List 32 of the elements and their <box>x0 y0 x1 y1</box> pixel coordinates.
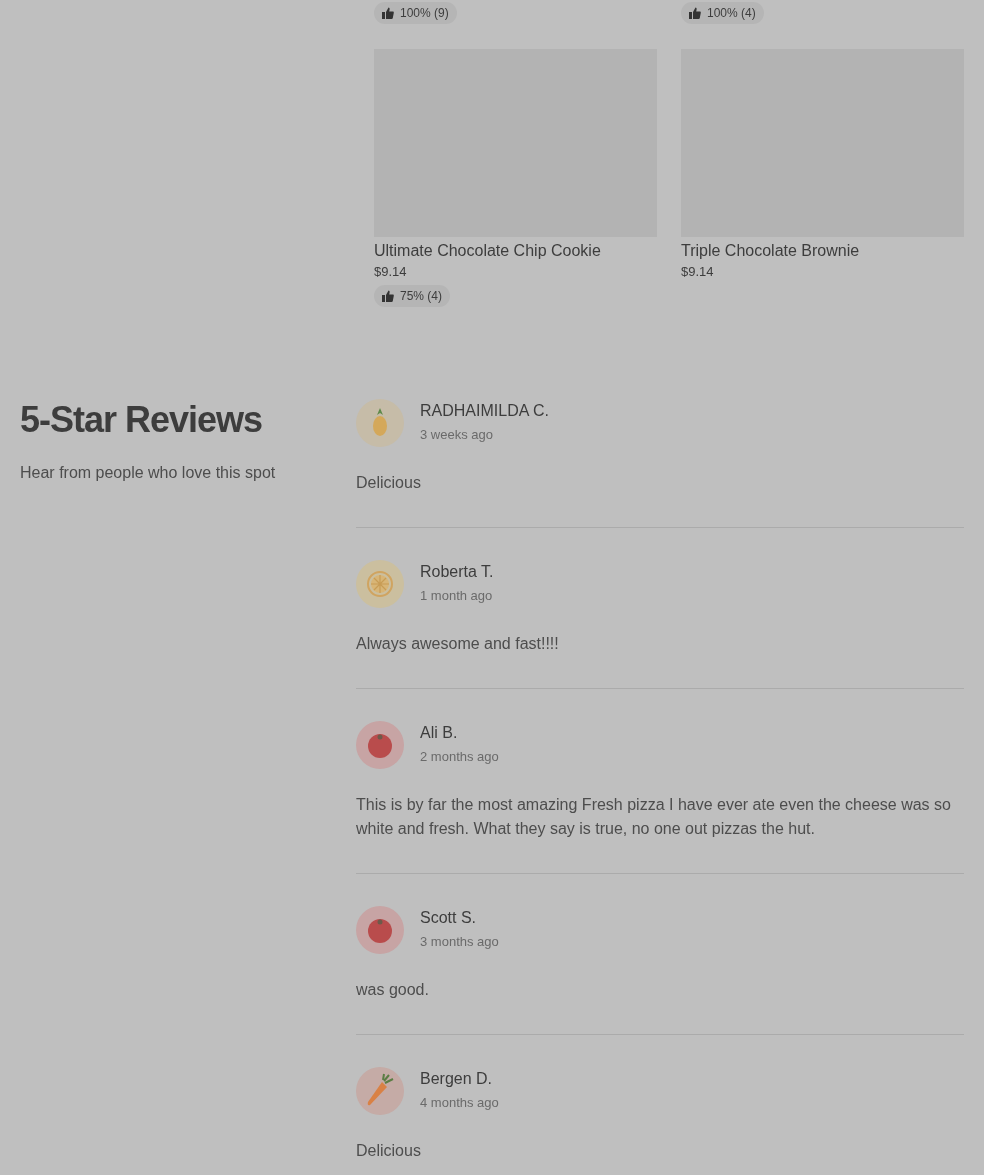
avatar-icon <box>356 721 404 769</box>
thumbs-up-icon <box>382 7 394 19</box>
avatar-icon <box>356 560 404 608</box>
section-title: 5-Star Reviews <box>20 399 264 441</box>
review-date: 4 months ago <box>420 1094 499 1113</box>
review-date: 2 months ago <box>420 748 499 767</box>
thumbs-up-icon <box>689 7 701 19</box>
reviewer-name: Bergen D. <box>420 1069 494 1090</box>
review-date: 3 weeks ago <box>420 426 494 445</box>
review-text: was good. <box>356 980 430 1000</box>
product-name[interactable]: Triple Chocolate Brownie <box>681 241 964 261</box>
reviewer-name: Ali B. <box>420 723 459 744</box>
product-name[interactable]: Ultimate Chocolate Chip Cookie <box>374 241 657 261</box>
avatar-icon <box>356 1067 404 1115</box>
rating-badge: 100% (9) <box>374 2 457 24</box>
review-date: 3 months ago <box>420 933 499 952</box>
product-price: $9.14 <box>681 263 715 281</box>
rating-badge: 75% (4) <box>374 285 451 307</box>
review-text: This is by far the most amazing Fresh pizza I have ever ate even the cheese was so white and fresh. What they say is true, no one out pizzas the hut. <box>356 795 952 839</box>
reviewer-name: Scott S. <box>420 908 478 929</box>
product-price: $9.14 <box>374 263 408 281</box>
thumbs-up-icon <box>382 290 394 302</box>
review-text: Always awesome and fast!!!! <box>356 634 560 654</box>
rating-badge: 100% (4) <box>681 2 764 24</box>
review-text: Delicious <box>356 473 422 493</box>
section-subtitle: Hear from people who love this spot <box>20 463 277 483</box>
reviewer-name: RADHAIMILDA C. <box>420 401 549 422</box>
review-date: 1 month ago <box>420 587 494 606</box>
avatar-icon <box>356 906 404 954</box>
avatar-icon <box>356 399 404 447</box>
reviewer-name: Roberta T. <box>420 562 494 583</box>
review-text: Delicious <box>356 1141 422 1161</box>
